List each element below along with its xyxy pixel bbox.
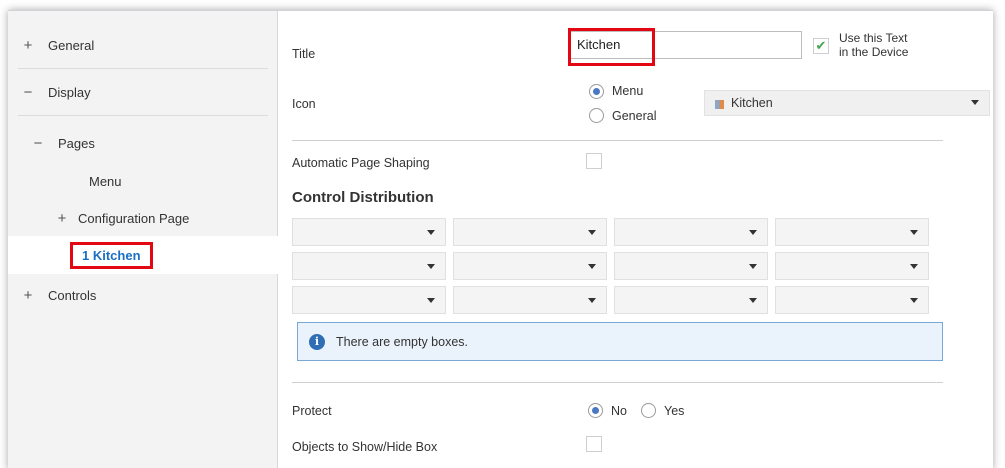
checkmark-icon: ✔	[815, 38, 827, 53]
caret-down-icon	[427, 298, 435, 303]
sidebar-item-label: Configuration Page	[78, 210, 190, 226]
plus-icon: +	[57, 209, 67, 227]
highlight-box	[568, 28, 655, 66]
control-slot-dropdown[interactable]	[453, 218, 607, 246]
caret-down-icon	[588, 298, 596, 303]
title-label: Title	[292, 47, 316, 61]
protect-yes-radio[interactable]	[641, 403, 656, 418]
control-slot-dropdown[interactable]	[614, 218, 768, 246]
icon-general-label: General	[612, 109, 657, 123]
control-slot-dropdown[interactable]	[614, 252, 768, 280]
control-slot-dropdown[interactable]	[775, 218, 929, 246]
sidebar-item-general[interactable]: + General	[8, 26, 278, 64]
caret-down-icon	[749, 298, 757, 303]
minus-icon: −	[33, 134, 43, 152]
control-slot-dropdown[interactable]	[292, 218, 446, 246]
control-distribution-title: Control Distribution	[292, 189, 434, 206]
auto-shaping-label: Automatic Page Shaping	[292, 156, 430, 170]
control-slot-dropdown[interactable]	[453, 252, 607, 280]
caret-down-icon	[427, 230, 435, 235]
auto-shaping-checkbox[interactable]	[586, 153, 602, 169]
icon-dropdown[interactable]: Kitchen	[704, 90, 990, 116]
sidebar-item-label: Display	[48, 84, 91, 100]
divider	[18, 68, 268, 69]
caret-down-icon	[588, 230, 596, 235]
minus-icon: −	[23, 83, 33, 101]
control-slot-dropdown[interactable]	[453, 286, 607, 314]
icon-general-radio[interactable]	[589, 108, 604, 123]
objects-label: Objects to Show/Hide Box	[292, 440, 438, 454]
sidebar-item-label: General	[48, 37, 95, 53]
plus-icon: +	[23, 36, 33, 54]
use-text-label-line2: in the Device	[839, 45, 909, 59]
control-slot-dropdown[interactable]	[292, 286, 446, 314]
divider	[292, 382, 943, 383]
icon-menu-radio[interactable]	[589, 84, 604, 99]
sidebar-item-label: Pages	[58, 135, 95, 151]
kitchen-icon	[715, 100, 724, 109]
sidebar-item-controls[interactable]: + Controls	[8, 276, 278, 314]
sidebar-item-pages[interactable]: − Pages	[8, 124, 278, 162]
icon-menu-label: Menu	[612, 84, 644, 98]
protect-label: Protect	[292, 404, 332, 418]
caret-down-icon	[749, 264, 757, 269]
caret-down-icon	[749, 230, 757, 235]
info-message: i There are empty boxes.	[297, 322, 943, 361]
caret-down-icon	[910, 298, 918, 303]
caret-down-icon	[588, 264, 596, 269]
protect-no-label: No	[611, 404, 627, 418]
control-slot-dropdown[interactable]	[614, 286, 768, 314]
divider	[292, 140, 943, 141]
sidebar-item-kitchen[interactable]: 1 Kitchen	[8, 236, 278, 274]
info-icon: i	[309, 334, 325, 350]
caret-down-icon	[910, 230, 918, 235]
info-text: There are empty boxes.	[336, 335, 469, 349]
window: + General − Display − Pages Menu + Confi…	[8, 10, 993, 468]
sidebar-item-menu[interactable]: Menu	[8, 162, 278, 200]
caret-down-icon	[910, 264, 918, 269]
control-slot-dropdown[interactable]	[775, 252, 929, 280]
use-text-label: Use this Text in the Device	[839, 31, 908, 59]
divider	[18, 115, 268, 116]
caret-down-icon	[971, 100, 979, 105]
sidebar-item-display[interactable]: − Display	[8, 73, 278, 111]
use-text-checkbox[interactable]: ✔	[813, 38, 829, 54]
control-slot-dropdown[interactable]	[775, 286, 929, 314]
protect-no-radio[interactable]	[588, 403, 603, 418]
main-panel: Title Kitchen ✔ Use this Text in the Dev…	[278, 11, 993, 468]
protect-yes-label: Yes	[664, 404, 685, 418]
icon-dropdown-value: Kitchen	[731, 96, 773, 110]
sidebar-item-label: 1 Kitchen	[70, 241, 153, 269]
control-slot-dropdown[interactable]	[292, 252, 446, 280]
sidebar-item-label: Menu	[89, 173, 122, 189]
caret-down-icon	[427, 264, 435, 269]
icon-label: Icon	[292, 97, 316, 111]
sidebar-item-label: Controls	[48, 287, 97, 303]
plus-icon: +	[23, 286, 33, 304]
objects-checkbox[interactable]	[586, 436, 602, 452]
use-text-label-line1: Use this Text	[839, 31, 908, 45]
sidebar-item-configuration-page[interactable]: + Configuration Page	[8, 199, 278, 237]
sidebar: + General − Display − Pages Menu + Confi…	[8, 11, 278, 468]
